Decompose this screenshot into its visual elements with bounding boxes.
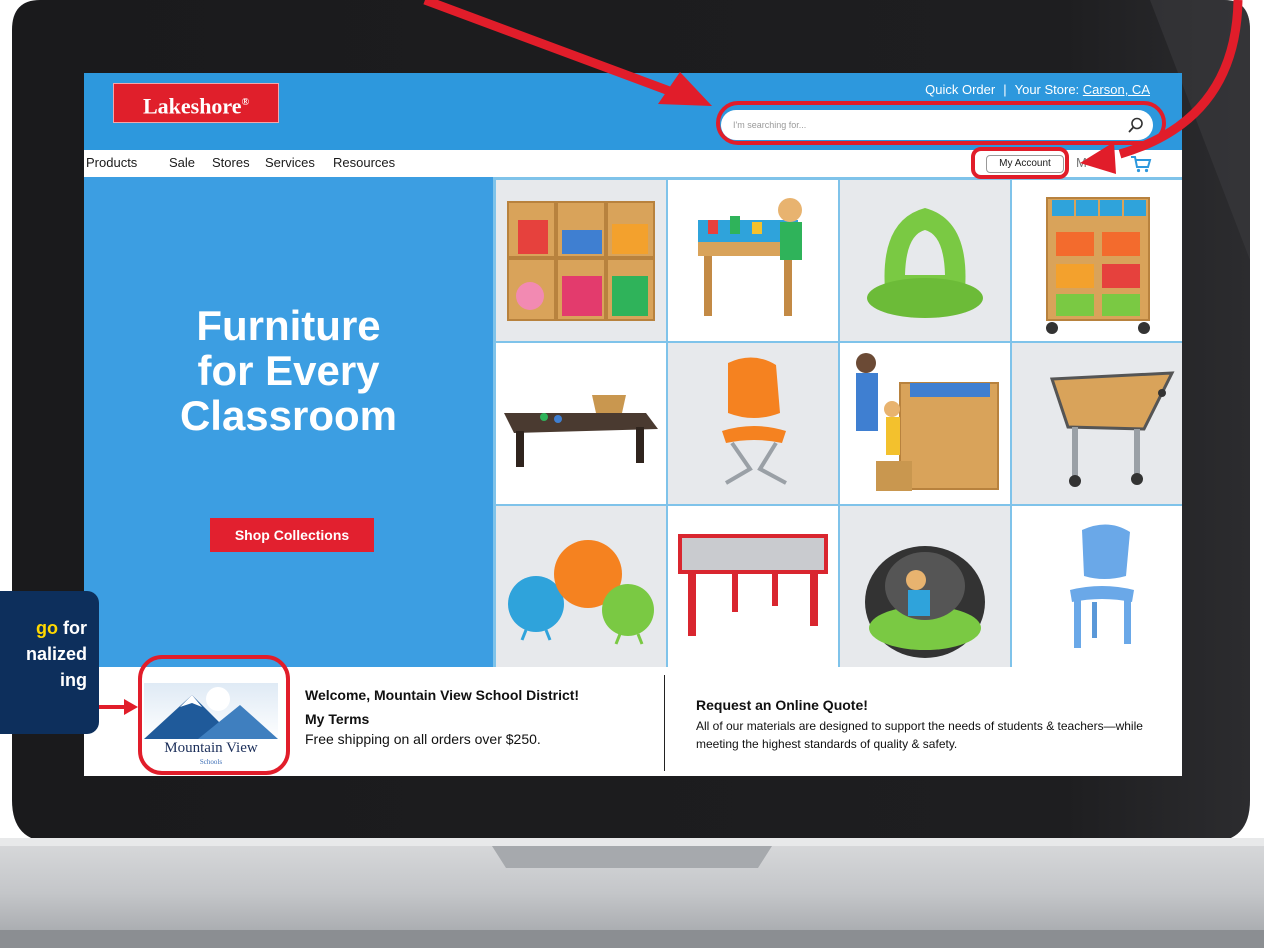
arrow-to-search-shaft bbox=[423, 0, 674, 97]
annotation-overlay bbox=[99, 0, 1243, 775]
arrow-to-account-shaft bbox=[1118, 0, 1243, 159]
arrow-to-logo-head bbox=[124, 699, 138, 715]
logo-highlight-outline bbox=[138, 655, 290, 775]
account-highlight-outline bbox=[971, 147, 1069, 179]
arrow-to-account-head bbox=[1080, 142, 1116, 174]
search-highlight-outline bbox=[716, 101, 1166, 145]
